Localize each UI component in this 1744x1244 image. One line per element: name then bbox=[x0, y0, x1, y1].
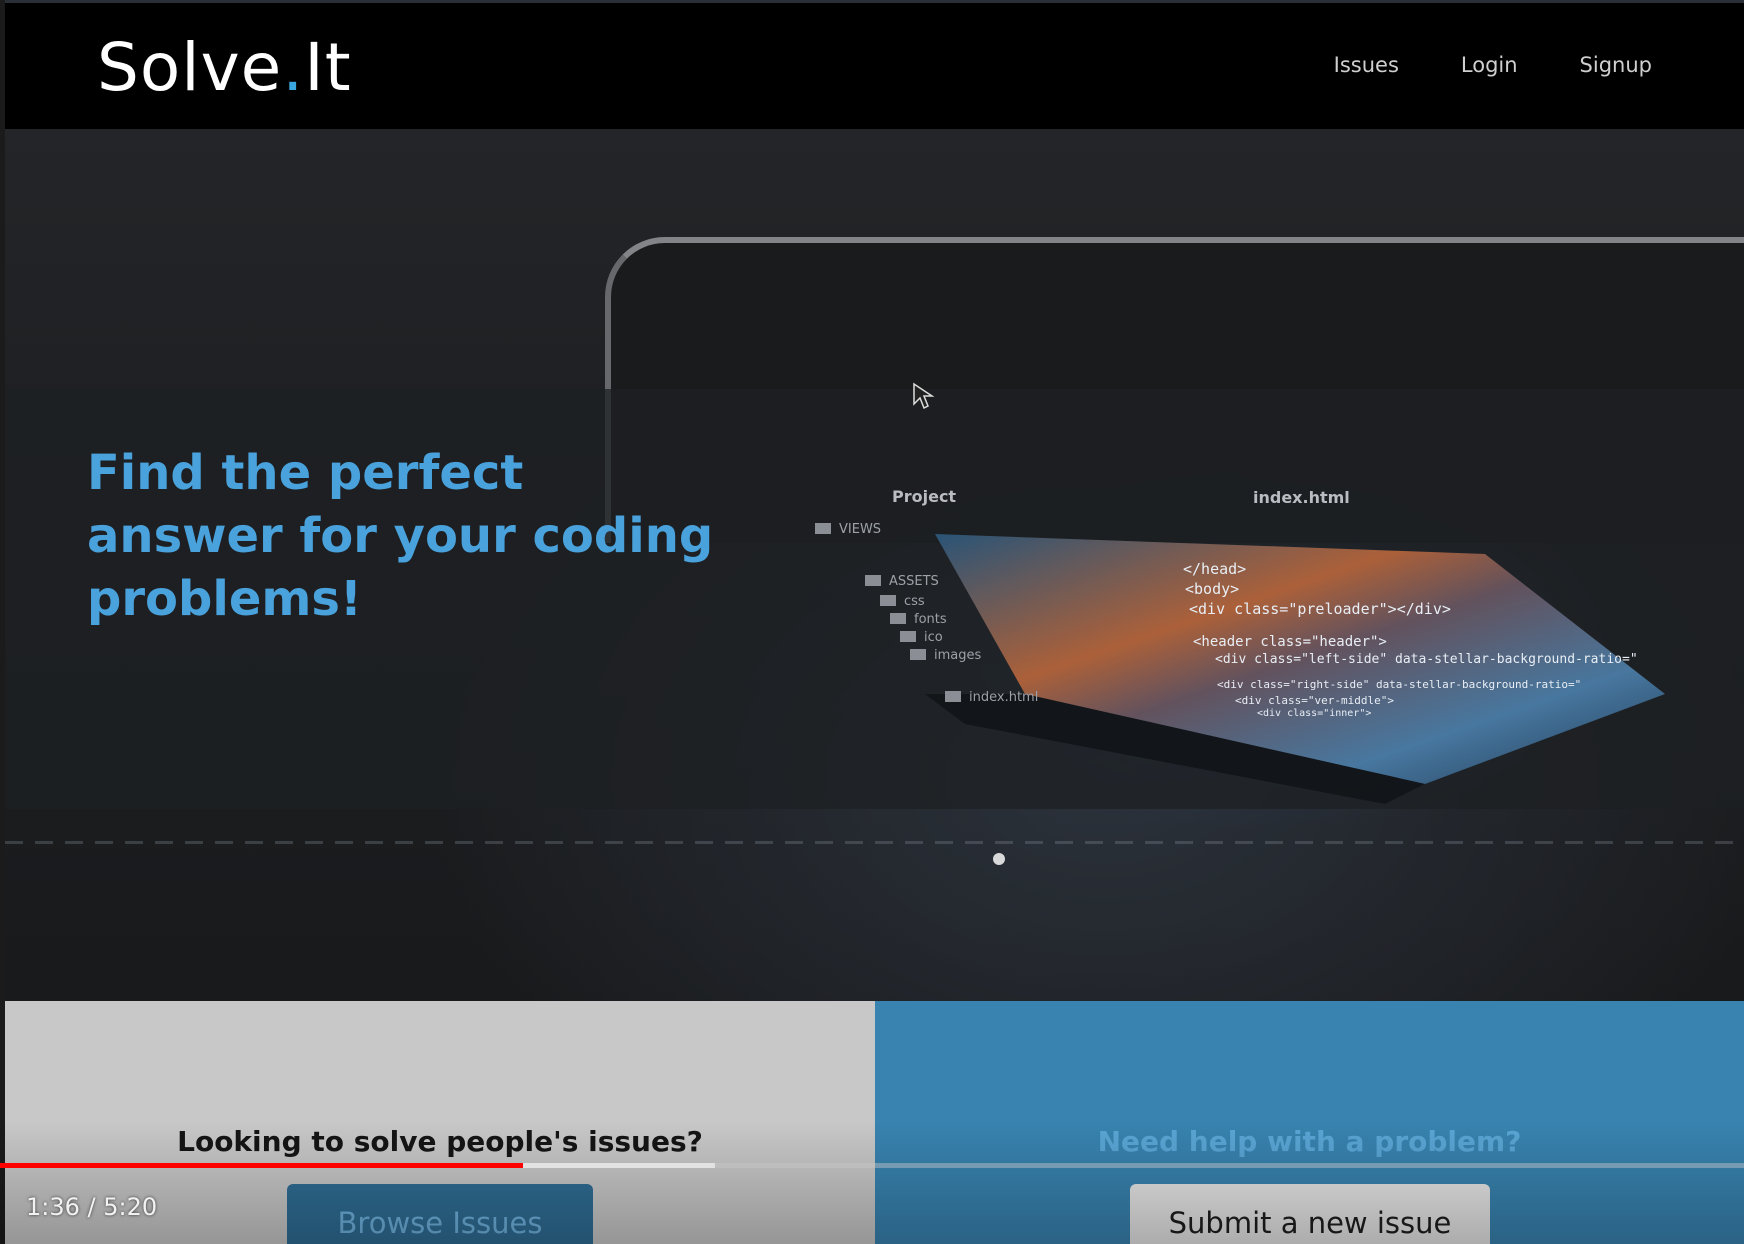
folder-icon bbox=[900, 631, 916, 642]
folder-icon bbox=[910, 649, 926, 660]
folder-icon bbox=[880, 595, 896, 606]
brand-logo[interactable]: Solve.It bbox=[97, 29, 352, 106]
tree-item-fonts: fonts bbox=[890, 612, 947, 627]
code-line: <div class="preloader"></div> bbox=[1189, 600, 1451, 618]
tree-item-css: css bbox=[880, 594, 925, 609]
video-time-display: 1:36 / 5:20 bbox=[26, 1193, 158, 1221]
tree-item-views: VIEWS bbox=[815, 522, 881, 537]
nav-link-signup[interactable]: Signup bbox=[1580, 53, 1652, 77]
nav-links: Issues Login Signup bbox=[1334, 53, 1652, 77]
code-line: <div class="ver-middle"> bbox=[1235, 694, 1394, 707]
submit-issue-button[interactable]: Submit a new issue bbox=[1130, 1184, 1490, 1244]
file-icon bbox=[945, 691, 961, 702]
video-frame: Solve.It Issues Login Signup Project ind… bbox=[0, 0, 1744, 1244]
navbar: Solve.It Issues Login Signup bbox=[5, 3, 1744, 129]
tree-item-assets: ASSETS bbox=[865, 574, 939, 589]
code-line: </head> bbox=[1183, 560, 1247, 578]
folder-icon bbox=[865, 575, 881, 586]
nav-link-login[interactable]: Login bbox=[1461, 53, 1518, 77]
code-line: <div class="inner"> bbox=[1257, 708, 1372, 719]
hero-section: Project index.html VIEWS ASSETS css font… bbox=[5, 129, 1744, 1001]
hero-heading: Find the perfect answer for your coding … bbox=[87, 445, 714, 627]
brand-dot: . bbox=[282, 29, 305, 106]
tree-item-index: index.html bbox=[945, 690, 1038, 705]
carousel-indicator-dot[interactable] bbox=[993, 853, 1005, 865]
video-progress-bar[interactable] bbox=[0, 1163, 1744, 1168]
hero-code-glare bbox=[5, 841, 1744, 844]
tree-item-ico: ico bbox=[900, 630, 943, 645]
code-line: <body> bbox=[1185, 580, 1240, 598]
tree-item-images: images bbox=[910, 648, 981, 663]
editor-project-label: Project bbox=[892, 487, 957, 506]
solver-panel-heading: Looking to solve people's issues? bbox=[177, 1125, 703, 1158]
asker-panel-heading: Need help with a problem? bbox=[1097, 1125, 1522, 1158]
browse-issues-button[interactable]: Browse Issues bbox=[287, 1184, 593, 1244]
laptop-screen-image: Project index.html VIEWS ASSETS css font… bbox=[815, 394, 1744, 814]
asker-panel: Need help with a problem? Submit a new i… bbox=[875, 1001, 1744, 1244]
brand-name-part1: Solve bbox=[97, 29, 283, 106]
code-line: <header class="header"> bbox=[1193, 634, 1387, 650]
progress-played bbox=[0, 1163, 524, 1168]
nav-link-issues[interactable]: Issues bbox=[1334, 53, 1399, 77]
code-line: <div class="right-side" data-stellar-bac… bbox=[1217, 678, 1582, 691]
folder-icon bbox=[890, 613, 906, 624]
editor-file-tab: index.html bbox=[1253, 488, 1350, 507]
mouse-cursor-icon bbox=[913, 382, 935, 410]
folder-icon bbox=[815, 523, 831, 534]
code-line: <div class="left-side" data-stellar-back… bbox=[1215, 652, 1638, 667]
brand-name-part2: It bbox=[304, 29, 352, 106]
